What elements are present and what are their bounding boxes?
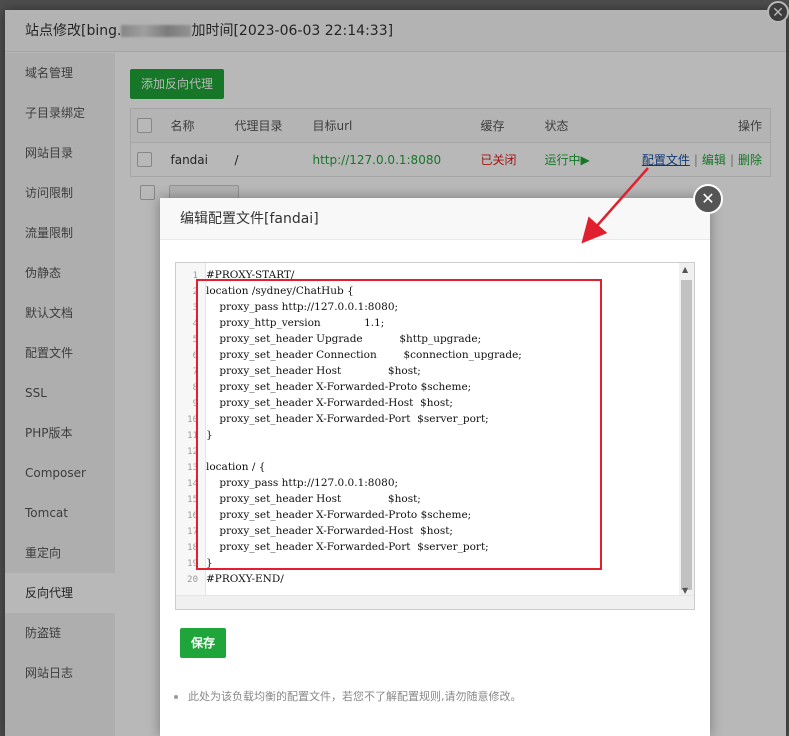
code-line: 20 #PROXY-END/ [176,571,676,587]
tip-text: 此处为该负载均衡的配置文件，若您不了解配置规则,请勿随意修改。 [188,690,522,703]
config-tip: 此处为该负载均衡的配置文件，若您不了解配置规则,请勿随意修改。 [174,688,522,704]
scroll-down-icon[interactable]: ▼ [682,586,688,595]
vertical-scrollbar[interactable]: ▲ ▼ [679,263,694,597]
bullet-icon [174,695,178,699]
scroll-up-icon[interactable]: ▲ [682,265,688,274]
line-number: 20 [187,575,198,585]
annotation-highlight-box [196,279,602,570]
code-text: #PROXY-END/ [206,573,284,585]
horizontal-scrollbar[interactable] [176,595,694,609]
save-button[interactable]: 保存 [180,628,226,658]
modal-title: 编辑配置文件[fandai] [160,198,710,240]
scroll-thumb[interactable] [681,280,692,590]
close-icon[interactable]: ✕ [693,184,723,214]
